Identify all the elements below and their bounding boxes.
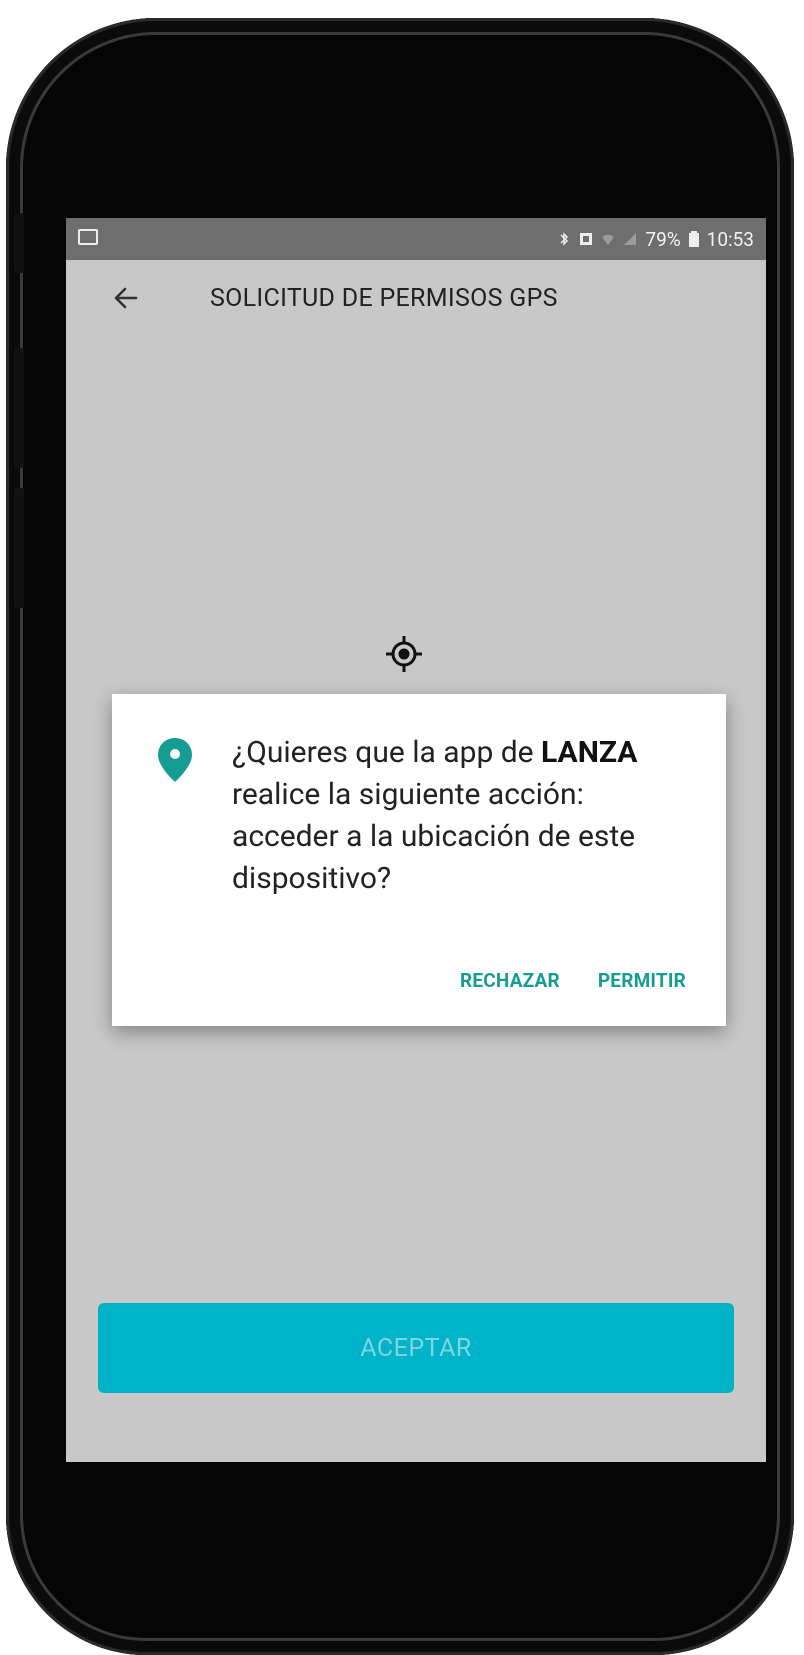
bixby-button	[14, 488, 24, 608]
volume-up-button	[14, 213, 24, 273]
permission-message: ¿Quieres que la app de LANZA realice la …	[232, 732, 692, 900]
dialog-actions: RECHAZAR PERMITIR	[460, 969, 686, 992]
wifi-icon	[602, 234, 615, 245]
volume-down-button	[14, 348, 24, 468]
location-pin-icon	[158, 738, 192, 782]
message-suffix: realice la siguiente acción: acceder a l…	[232, 777, 636, 896]
image-notification-icon	[78, 229, 98, 245]
nfc-icon	[580, 233, 593, 245]
deny-button[interactable]: RECHAZAR	[460, 969, 560, 992]
signal-icon	[624, 233, 637, 245]
message-prefix: ¿Quieres que la app de	[232, 735, 542, 770]
battery-icon	[688, 231, 699, 247]
battery-percent: 79%	[645, 227, 681, 251]
app-name: LANZA	[541, 735, 638, 770]
accept-button[interactable]: ACEPTAR	[98, 1303, 734, 1393]
arrow-left-icon	[114, 287, 138, 309]
permission-dialog: ¿Quieres que la app de LANZA realice la …	[112, 694, 726, 1026]
bluetooth-icon	[560, 232, 569, 246]
allow-button[interactable]: PERMITIR	[598, 969, 686, 992]
app-bar: SOLICITUD DE PERMISOS GPS	[66, 260, 766, 340]
status-icons: 79% 10:53	[557, 228, 766, 251]
phone-screen: 79% 10:53 SOLICITUD DE PERMISOS GPS ¿Qui…	[66, 218, 766, 1462]
back-button[interactable]	[102, 274, 150, 322]
page-title: SOLICITUD DE PERMISOS GPS	[210, 284, 558, 313]
status-bar: 79% 10:53	[66, 218, 766, 260]
clock-time: 10:53	[706, 227, 754, 251]
gps-target-icon	[386, 636, 422, 672]
